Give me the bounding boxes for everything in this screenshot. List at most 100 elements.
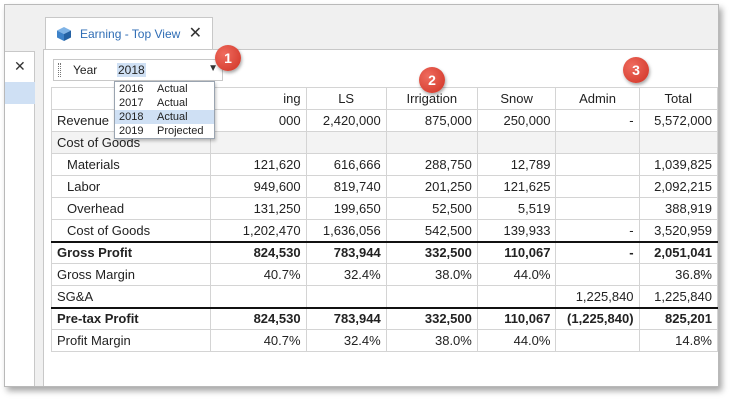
column-header[interactable]: ing (209, 87, 307, 110)
table-cell[interactable]: 38.0% (385, 263, 478, 286)
table-cell[interactable]: 110,067 (476, 306, 557, 330)
year-filter-value[interactable]: 2018 (117, 63, 146, 77)
column-header[interactable]: Admin (555, 87, 640, 110)
table-cell[interactable] (209, 131, 307, 154)
table-cell[interactable] (209, 285, 307, 308)
table-row[interactable]: Labor 949,600 819,740 201,250 121,625 2,… (51, 175, 718, 198)
table-row[interactable]: Profit Margin 40.7% 32.4% 38.0% 44.0% 14… (51, 329, 718, 352)
table-row[interactable]: Gross Margin 40.7% 32.4% 38.0% 44.0% 36.… (51, 263, 718, 286)
table-cell[interactable]: 332,500 (385, 240, 478, 264)
column-header[interactable]: LS (305, 87, 387, 110)
table-cell[interactable]: 288,750 (385, 153, 478, 176)
table-cell[interactable] (555, 131, 640, 154)
table-cell[interactable] (555, 197, 640, 220)
year-filter-label: Year (73, 63, 98, 77)
table-cell[interactable]: 32.4% (305, 263, 387, 286)
table-cell[interactable]: - (555, 240, 640, 264)
table-cell[interactable]: 12,789 (476, 153, 557, 176)
table-cell[interactable]: 38.0% (385, 329, 478, 352)
table-cell[interactable]: 783,944 (305, 240, 387, 264)
table-cell[interactable]: 5,519 (476, 197, 557, 220)
table-cell[interactable] (555, 329, 640, 352)
table-cell[interactable]: 14.8% (638, 329, 718, 352)
callout-badge-2: 2 (419, 67, 445, 93)
close-icon[interactable]: ✕ (14, 58, 26, 75)
dropdown-option[interactable]: 2019 Projected (115, 124, 214, 138)
table-cell[interactable]: 2,092,215 (638, 175, 718, 198)
table-cell[interactable]: 783,944 (305, 306, 387, 330)
table-cell[interactable]: 201,250 (385, 175, 478, 198)
table-cell[interactable]: 52,500 (385, 197, 478, 220)
row-label: Labor (51, 175, 211, 198)
table-cell[interactable] (385, 285, 478, 308)
table-cell[interactable]: 3,520,959 (638, 219, 718, 242)
table-cell[interactable]: 819,740 (305, 175, 387, 198)
table-cell[interactable]: 875,000 (385, 109, 478, 132)
table-cell[interactable]: 2,051,041 (638, 240, 718, 264)
table-cell[interactable] (476, 131, 557, 154)
drag-grip-icon[interactable] (58, 63, 61, 77)
table-cell[interactable]: 000 (209, 109, 307, 132)
table-cell[interactable]: 250,000 (476, 109, 557, 132)
table-cell[interactable]: 388,919 (638, 197, 718, 220)
table-cell[interactable]: 32.4% (305, 329, 387, 352)
row-label: Pre-tax Profit (51, 306, 211, 330)
table-cell[interactable]: 44.0% (476, 263, 557, 286)
table-cell[interactable]: 824,530 (209, 306, 307, 330)
table-cell[interactable]: 332,500 (385, 306, 478, 330)
table-cell[interactable] (305, 285, 387, 308)
table-cell[interactable]: 121,625 (476, 175, 557, 198)
dropdown-option[interactable]: 2016 Actual (115, 82, 214, 96)
table-cell[interactable] (385, 131, 478, 154)
table-cell[interactable] (638, 131, 718, 154)
table-cell[interactable]: 110,067 (476, 240, 557, 264)
table-cell[interactable]: 1,039,825 (638, 153, 718, 176)
table-cell[interactable]: 36.8% (638, 263, 718, 286)
table-cell[interactable] (476, 285, 557, 308)
table-cell[interactable]: 1,636,056 (305, 219, 387, 242)
column-header[interactable]: Total (638, 87, 718, 110)
column-header[interactable]: Snow (476, 87, 557, 110)
row-label: Gross Margin (51, 263, 211, 286)
table-cell[interactable] (555, 175, 640, 198)
table-cell[interactable]: 825,201 (638, 306, 718, 330)
table-cell[interactable]: (1,225,840) (555, 306, 640, 330)
table-cell[interactable]: 949,600 (209, 175, 307, 198)
table-row[interactable]: Materials 121,620 616,666 288,750 12,789… (51, 153, 718, 176)
dropdown-option[interactable]: 2017 Actual (115, 96, 214, 110)
table-cell[interactable]: - (555, 219, 640, 242)
table-cell[interactable]: 40.7% (209, 329, 307, 352)
row-label: Materials (51, 153, 211, 176)
table-cell[interactable]: 139,933 (476, 219, 557, 242)
tab-earning-top-view[interactable]: Earning - Top View ✕ (45, 17, 213, 49)
table-cell[interactable] (305, 131, 387, 154)
row-label: Cost of Goods (51, 219, 211, 242)
table-row[interactable]: Overhead 131,250 199,650 52,500 5,519 38… (51, 197, 718, 220)
table-row[interactable]: Cost of Goods 1,202,470 1,636,056 542,50… (51, 219, 718, 242)
table-cell[interactable]: 40.7% (209, 263, 307, 286)
side-panel-selected-item[interactable] (5, 82, 35, 104)
table-cell[interactable]: 5,572,000 (638, 109, 718, 132)
table-cell[interactable]: 616,666 (305, 153, 387, 176)
table-cell[interactable]: 824,530 (209, 240, 307, 264)
table-cell[interactable]: 2,420,000 (305, 109, 387, 132)
table-cell[interactable]: 44.0% (476, 329, 557, 352)
table-cell[interactable] (555, 153, 640, 176)
table-row[interactable]: Pre-tax Profit 824,530 783,944 332,500 1… (51, 306, 718, 330)
table-cell[interactable]: 199,650 (305, 197, 387, 220)
table-cell[interactable]: 1,202,470 (209, 219, 307, 242)
table-cell[interactable]: 121,620 (209, 153, 307, 176)
callout-badge-1: 1 (215, 45, 241, 71)
table-cell[interactable]: 131,250 (209, 197, 307, 220)
close-icon[interactable]: ✕ (189, 25, 202, 42)
table-cell[interactable] (555, 263, 640, 286)
dropdown-option-selected[interactable]: 2018 Actual (115, 110, 214, 124)
table-cell[interactable]: - (555, 109, 640, 132)
table-cell[interactable]: 1,225,840 (555, 285, 640, 308)
table-row[interactable]: Gross Profit 824,530 783,944 332,500 110… (51, 240, 718, 264)
table-row[interactable]: SG&A 1,225,840 1,225,840 (51, 285, 718, 308)
year-dropdown-list: 2016 Actual 2017 Actual 2018 Actual 2019… (114, 81, 215, 139)
year-filter[interactable]: Year 2018 ▼ (53, 59, 223, 81)
table-cell[interactable]: 542,500 (385, 219, 478, 242)
table-cell[interactable]: 1,225,840 (638, 285, 718, 308)
